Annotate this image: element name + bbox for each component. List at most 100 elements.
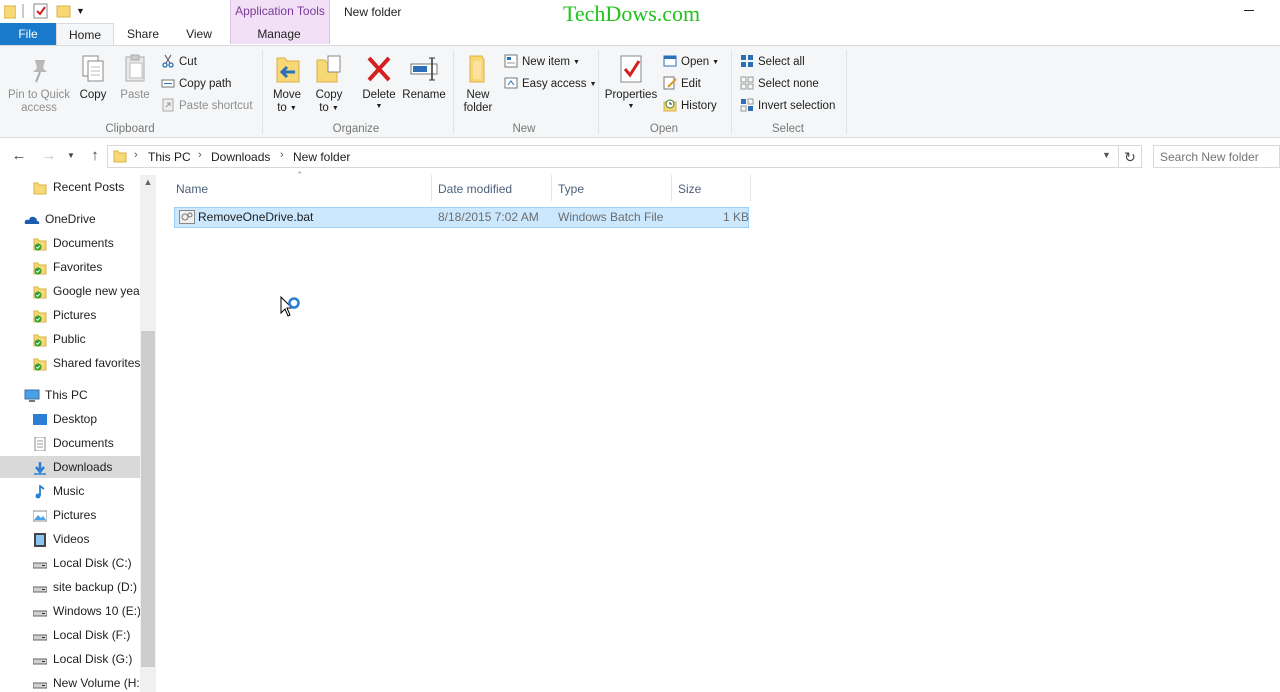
- nav-item-documents[interactable]: Documents: [0, 432, 140, 454]
- nav-scrollbar-thumb[interactable]: [141, 331, 155, 667]
- easy-access-button[interactable]: Easy access ▼: [504, 75, 597, 93]
- pin-label-line2: access: [21, 102, 57, 114]
- select-all-button[interactable]: Select all: [740, 53, 805, 71]
- tab-share[interactable]: Share: [116, 23, 170, 45]
- column-header-type[interactable]: Type: [558, 180, 584, 198]
- up-button[interactable]: ↑: [84, 146, 106, 166]
- select-none-button[interactable]: Select none: [740, 75, 819, 93]
- column-divider[interactable]: [750, 175, 751, 201]
- breadcrumb-this-pc[interactable]: This PC: [148, 150, 191, 164]
- nav-item-local-disk-c[interactable]: Local Disk (C:): [0, 552, 140, 574]
- forward-button[interactable]: →: [38, 146, 60, 166]
- move-to-button[interactable]: Move to ▼: [268, 52, 306, 115]
- copy-icon: [77, 52, 109, 86]
- file-name[interactable]: RemoveOneDrive.bat: [198, 210, 313, 224]
- nav-item-videos[interactable]: Videos: [0, 528, 140, 550]
- cut-button[interactable]: Cut: [161, 53, 197, 71]
- new-item-button[interactable]: New item ▼: [504, 53, 580, 71]
- search-input[interactable]: [1154, 146, 1279, 167]
- recent-locations-button[interactable]: ▼: [64, 146, 78, 166]
- column-divider[interactable]: [551, 175, 552, 201]
- nav-item-onedrive-pictures[interactable]: Pictures: [0, 304, 140, 326]
- title-bar: ▼ Application Tools New folder TechDows.…: [0, 0, 1280, 44]
- select-all-label: Select all: [758, 56, 805, 68]
- tab-home[interactable]: Home: [56, 23, 114, 46]
- breadcrumb-new-folder[interactable]: New folder: [293, 150, 350, 164]
- back-button[interactable]: ←: [8, 146, 30, 166]
- tab-manage[interactable]: Manage: [232, 23, 326, 45]
- new-folder-button[interactable]: New folder: [459, 52, 497, 115]
- nav-item-label: Public: [53, 332, 86, 346]
- nav-item-pictures[interactable]: Pictures: [0, 504, 140, 526]
- nav-item-new-volume-h[interactable]: New Volume (H:: [0, 672, 140, 692]
- arrow-up-icon: ↑: [91, 147, 99, 164]
- refresh-button[interactable]: ↻: [1119, 145, 1142, 168]
- invert-selection-label: Invert selection: [758, 100, 836, 112]
- scissors-icon: [161, 54, 175, 68]
- open-button[interactable]: Open ▼: [663, 53, 719, 71]
- nav-item-local-disk-f[interactable]: Local Disk (F:): [0, 624, 140, 646]
- column-header-date-modified[interactable]: Date modified: [438, 180, 512, 198]
- copy-path-button[interactable]: Copy path: [161, 75, 231, 93]
- address-bar[interactable]: › This PC › Downloads › New folder ▼: [107, 145, 1119, 168]
- table-row[interactable]: RemoveOneDrive.bat 8/18/2015 7:02 AM Win…: [174, 207, 749, 228]
- nav-item-public[interactable]: Public: [0, 328, 140, 350]
- nav-item-desktop[interactable]: Desktop: [0, 408, 140, 430]
- copy-button[interactable]: Copy: [76, 52, 110, 102]
- nav-item-site-backup-d[interactable]: site backup (D:): [0, 576, 140, 598]
- tab-view[interactable]: View: [172, 23, 226, 45]
- file-date-modified: 8/18/2015 7:02 AM: [438, 210, 539, 224]
- scroll-up-button[interactable]: ▲: [140, 177, 156, 193]
- nav-item-google-new-year[interactable]: Google new year: [0, 280, 140, 302]
- nav-item-this-pc[interactable]: This PC: [0, 384, 140, 406]
- column-header-name[interactable]: Name: [176, 180, 208, 198]
- organize-group-label: Organize: [332, 123, 380, 135]
- minimize-button[interactable]: [1238, 2, 1262, 20]
- copy-to-button[interactable]: Copy to ▼: [310, 52, 348, 115]
- column-divider[interactable]: [431, 175, 432, 201]
- nav-item-windows-10-e[interactable]: Windows 10 (E:): [0, 600, 140, 622]
- nav-item-shared-favorites[interactable]: Shared favorites: [0, 352, 140, 374]
- drive-icon: [32, 580, 48, 594]
- delete-button[interactable]: Delete ▼: [358, 52, 400, 110]
- nav-item-favorites[interactable]: Favorites: [0, 256, 140, 278]
- invert-selection-button[interactable]: Invert selection: [740, 97, 835, 115]
- qat-separator: [22, 4, 24, 18]
- edit-label: Edit: [681, 78, 701, 90]
- history-button[interactable]: History: [663, 97, 717, 115]
- paste-button[interactable]: Paste: [117, 52, 153, 102]
- synced-folder-icon: [33, 236, 47, 251]
- synced-folder-icon: [33, 332, 47, 347]
- nav-item-onedrive-documents[interactable]: Documents: [0, 232, 140, 254]
- pictures-icon: [32, 508, 48, 522]
- music-icon: [33, 484, 47, 499]
- address-dropdown-button[interactable]: ▼: [1102, 150, 1111, 160]
- nav-item-recent-posts[interactable]: Recent Posts: [0, 176, 140, 198]
- properties-button[interactable]: Properties ▼: [602, 52, 660, 110]
- column-divider[interactable]: [671, 175, 672, 201]
- folder-icon: [3, 3, 17, 19]
- properties-icon[interactable]: [33, 3, 49, 19]
- nav-item-music[interactable]: Music: [0, 480, 140, 502]
- nav-item-label: This PC: [45, 388, 88, 402]
- new-folder-qat-icon[interactable]: [56, 3, 72, 19]
- properties-label: Properties: [604, 89, 658, 101]
- move-to-label-line2: to: [277, 102, 287, 114]
- nav-item-label: Downloads: [53, 460, 113, 474]
- nav-item-downloads[interactable]: Downloads: [0, 456, 140, 478]
- drive-icon: [32, 628, 48, 642]
- rename-button[interactable]: Rename: [402, 52, 446, 102]
- paste-shortcut-button[interactable]: Paste shortcut: [161, 97, 253, 115]
- nav-item-onedrive[interactable]: OneDrive: [0, 208, 140, 230]
- pin-label-line1: Pin to Quick: [8, 89, 70, 101]
- rename-icon: [408, 52, 440, 86]
- pin-to-quick-access-button[interactable]: Pin to Quick access: [4, 52, 74, 115]
- search-box[interactable]: [1153, 145, 1280, 168]
- nav-item-local-disk-g[interactable]: Local Disk (G:): [0, 648, 140, 670]
- column-header-size[interactable]: Size: [678, 180, 701, 198]
- new-group-label: New: [512, 123, 536, 135]
- tab-file[interactable]: File: [0, 23, 56, 45]
- customize-qat-icon[interactable]: ▼: [76, 3, 86, 19]
- breadcrumb-downloads[interactable]: Downloads: [211, 150, 270, 164]
- edit-button[interactable]: Edit: [663, 75, 701, 93]
